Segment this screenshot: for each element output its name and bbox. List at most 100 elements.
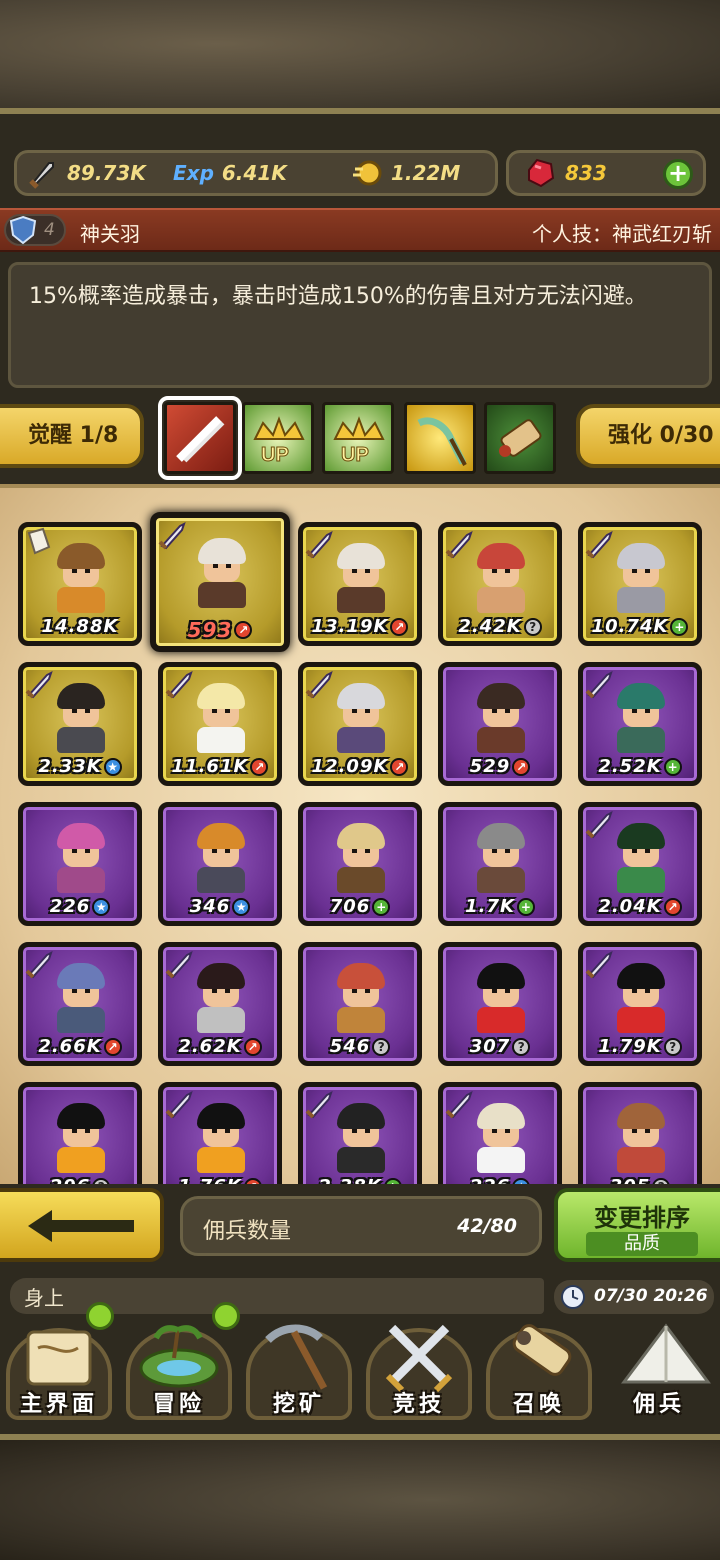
mercenary-card[interactable]: 226★ — [18, 802, 142, 926]
crown-up-icon: UP — [253, 416, 305, 467]
tab-glaive[interactable] — [404, 402, 476, 474]
mercenary-card[interactable]: 13.19K ↗ — [298, 522, 422, 646]
mercenary-card[interactable]: 14.88K — [18, 522, 142, 646]
hero-level-badge: 4 — [4, 214, 66, 246]
enhance-button[interactable]: 强化 0/30 — [576, 404, 720, 468]
mercenary-card[interactable]: 1.7K + — [438, 802, 562, 926]
mercenary-avatar — [611, 543, 671, 613]
nav-adventure[interactable]: 冒险 — [120, 1302, 240, 1424]
hero-header: 4 神关羽 个人技：神武红刃斩 — [0, 208, 720, 252]
shield-icon — [9, 215, 37, 245]
heal-type-icon: + — [383, 1177, 402, 1184]
mercenary-power: 2.42K? — [443, 616, 557, 637]
location-text: 身上 — [24, 1286, 64, 1310]
tab-upgrade-2[interactable]: UP — [322, 402, 394, 474]
heal-type-icon: + — [516, 897, 535, 916]
mercenary-power: 12.09K ↗ — [303, 756, 417, 777]
mercenary-power-value: 2.04K — [598, 896, 662, 917]
mercenary-power: 14.88K — [23, 616, 137, 637]
equipped-weapon-icon — [158, 522, 186, 550]
mercenary-card[interactable]: 593 ↗ — [150, 512, 290, 652]
mercenary-card[interactable]: 1.79K? — [578, 942, 702, 1066]
mercenary-avatar — [471, 823, 531, 893]
mercenary-card[interactable]: 2.62K ↗ — [158, 942, 282, 1066]
mercenary-card[interactable]: 546? — [298, 942, 422, 1066]
mercenary-card[interactable]: 11.61K ↗ — [158, 662, 282, 786]
back-button[interactable] — [0, 1188, 164, 1262]
tab-weapon[interactable] — [158, 396, 242, 480]
mercenary-avatar — [191, 823, 251, 893]
mercenary-power-value: 2.33K — [38, 756, 102, 777]
mercenary-panel[interactable]: 14.88K 593 ↗ 13.19K ↗ 2.42K? 10.74K +2.33K ★ 11.6… — [0, 484, 720, 1184]
attack-type-icon: ↗ — [103, 1037, 122, 1056]
mercenary-power: 2.52K + — [583, 756, 697, 777]
mercenary-power: 1.7K + — [443, 896, 557, 917]
mercenary-card[interactable]: 2.33K ★ — [18, 662, 142, 786]
gold-coin-icon — [353, 160, 382, 186]
nav-main[interactable]: 主界面 — [0, 1302, 118, 1424]
gold-resource: 1.22M — [351, 153, 460, 193]
sort-button[interactable]: 变更排序 品质 — [554, 1188, 720, 1262]
mercenary-card[interactable]: 1.76K↗ — [158, 1082, 282, 1184]
magic-type-icon: ★ — [512, 1177, 531, 1184]
mercenary-power-value: 1.76K — [178, 1176, 241, 1184]
nav-mining[interactable]: 挖矿 — [240, 1314, 358, 1424]
mercenary-card[interactable]: 2.66K ↗ — [18, 942, 142, 1066]
mercenary-power-value: 226 — [470, 1176, 511, 1184]
mercenary-card[interactable]: 12.09K ↗ — [298, 662, 422, 786]
mercenary-avatar — [611, 963, 671, 1033]
add-gems-button[interactable]: + — [663, 159, 693, 189]
mercenary-power-value: 14.88K — [41, 616, 119, 637]
hero-level: 4 — [44, 220, 55, 240]
mercenary-card[interactable]: 529 ↗ — [438, 662, 562, 786]
mercenary-power: 2.38K+ — [303, 1176, 417, 1184]
mercenary-card[interactable]: 226★ — [438, 1082, 562, 1184]
nav-summon[interactable]: 召唤 — [480, 1314, 598, 1424]
mercenary-avatar — [331, 683, 391, 753]
mercenary-card[interactable]: 305? — [578, 1082, 702, 1184]
mercenary-power: 2.04K ↗ — [583, 896, 697, 917]
mercenary-power: 2.62K ↗ — [163, 1036, 277, 1057]
mercenary-card[interactable]: 346 ★ — [158, 802, 282, 926]
tab-scroll[interactable] — [484, 402, 556, 474]
mercenary-card[interactable]: 2.38K+ — [298, 1082, 422, 1184]
mercenary-card[interactable]: 706 + — [298, 802, 422, 926]
mercenary-power-value: 2.42K — [458, 616, 522, 637]
mercenary-avatar — [51, 823, 111, 893]
attack-resource: 89.73K — [27, 153, 146, 193]
mercenary-avatar — [51, 543, 111, 613]
awaken-button[interactable]: 觉醒 1/8 — [0, 404, 144, 468]
mercenary-card[interactable]: 307? — [438, 942, 562, 1066]
unknown-type-icon: ? — [663, 1037, 682, 1056]
mercenary-card[interactable]: 2.04K ↗ — [578, 802, 702, 926]
crown-up-icon: UP — [333, 416, 385, 467]
mercenary-power: 305? — [583, 1176, 697, 1184]
map-background-bottom — [0, 1440, 720, 1560]
nav-label: 佣兵 — [632, 1392, 685, 1417]
nav-arena[interactable]: 竞技 — [360, 1314, 478, 1424]
mercenary-power-value: 1.79K — [598, 1036, 662, 1057]
mercenary-power: 593 ↗ — [156, 618, 284, 642]
mercenary-power: 226★ — [23, 896, 137, 917]
ruby-icon — [528, 158, 555, 188]
mercenary-card[interactable]: 296? — [18, 1082, 142, 1184]
mercenary-power: 529 ↗ — [443, 756, 557, 777]
magic-type-icon: ★ — [232, 897, 251, 916]
heal-type-icon: + — [670, 617, 689, 636]
tab-upgrade-1[interactable]: UP — [242, 402, 314, 474]
mercenary-power: 346 ★ — [163, 896, 277, 917]
mercenary-card[interactable]: 2.42K? — [438, 522, 562, 646]
mercenary-card[interactable]: 2.52K + — [578, 662, 702, 786]
mercenary-avatar — [51, 683, 111, 753]
mercenary-power-value: 296 — [50, 1176, 91, 1184]
note-icon — [27, 527, 51, 555]
mercenary-power-value: 529 — [469, 756, 511, 777]
mercenary-card[interactable]: 10.74K + — [578, 522, 702, 646]
svg-text:UP: UP — [341, 444, 369, 466]
datetime: 07/30 20:26 — [594, 1286, 708, 1306]
mercenary-power: 2.33K ★ — [23, 756, 137, 777]
nav-mercenary[interactable]: 佣兵 — [600, 1314, 718, 1424]
mercenary-avatar — [331, 1103, 391, 1173]
mercenary-power-value: 13.19K — [311, 616, 389, 637]
mercenary-power-value: 305 — [610, 1176, 651, 1184]
